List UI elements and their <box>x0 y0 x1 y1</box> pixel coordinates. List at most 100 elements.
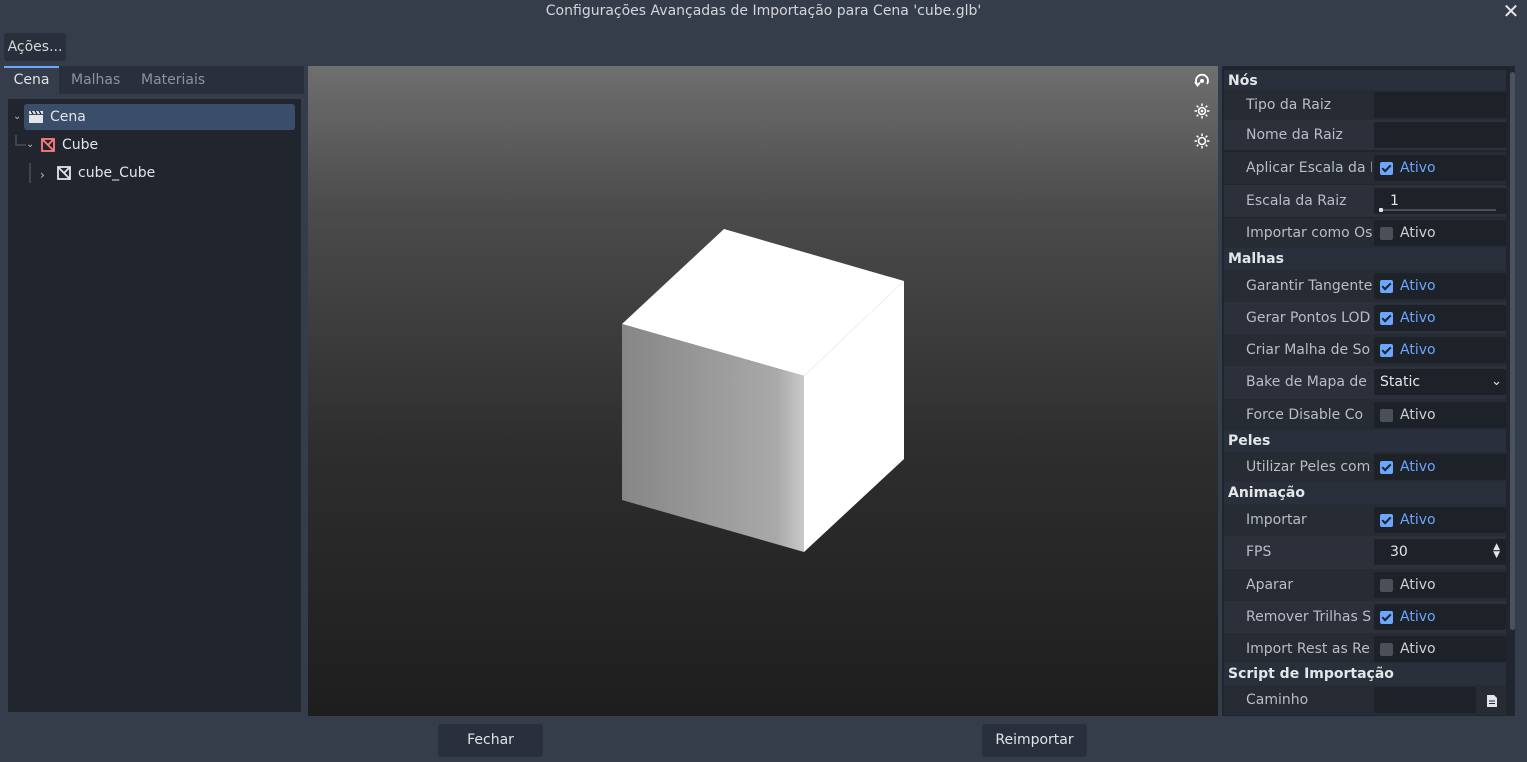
tree-item-label: Cube <box>62 137 99 153</box>
checkbox-icon <box>1380 611 1393 624</box>
prop-utilizar-peles: Utilizar Peles com Ativo <box>1224 452 1506 482</box>
use-named-skins-checkbox[interactable]: Ativo <box>1374 454 1506 480</box>
prop-label: Caminho <box>1246 692 1309 708</box>
tab-materiais[interactable]: Materiais <box>141 66 221 94</box>
prop-aparar: Aparar Ativo <box>1224 569 1506 601</box>
prop-remover-trilhas: Remover Trilhas S Ativo <box>1224 601 1506 633</box>
prop-aplicar-escala: Aplicar Escala da R Ativo <box>1224 152 1506 184</box>
checkbox-icon <box>1380 643 1393 656</box>
fps-value: 30 <box>1390 544 1408 560</box>
script-path-field[interactable] <box>1374 687 1476 713</box>
checkbox-label: Ativo <box>1400 225 1436 241</box>
slider-grabber[interactable] <box>1379 208 1383 212</box>
tree-item-cena[interactable]: Cena <box>24 104 295 130</box>
chevron-right-icon[interactable]: › <box>40 168 45 182</box>
file-browse-icon[interactable] <box>1486 694 1498 708</box>
checkbox-label: Ativo <box>1400 310 1436 326</box>
checkbox-label: Ativo <box>1400 641 1436 657</box>
close-button[interactable]: Fechar <box>438 724 543 757</box>
ensure-tangents-checkbox[interactable]: Ativo <box>1374 273 1506 299</box>
prop-label: FPS <box>1246 544 1272 560</box>
create-shadow-mesh-checkbox[interactable]: Ativo <box>1374 337 1506 363</box>
orbit-icon[interactable] <box>1194 73 1210 89</box>
close-icon[interactable]: ✕ <box>1501 0 1521 22</box>
spinner-arrows-icon[interactable]: ▲ ▼ <box>1493 543 1500 560</box>
force-disable-compression-checkbox[interactable]: Ativo <box>1374 402 1506 428</box>
import-as-skeleton-checkbox[interactable]: Ativo <box>1374 220 1506 246</box>
chevron-down-icon[interactable]: ⌄ <box>26 139 34 150</box>
prop-nome-raiz: Nome da Raiz <box>1224 120 1506 150</box>
prop-label: Garantir Tangente <box>1246 278 1372 294</box>
tree-guide-line <box>29 163 31 183</box>
tree-item-label: cube_Cube <box>78 165 156 181</box>
prop-label: Gerar Pontos LOD <box>1246 310 1371 326</box>
checkbox-label: Ativo <box>1400 160 1436 176</box>
generate-lods-checkbox[interactable]: Ativo <box>1374 305 1506 331</box>
window-title: Configurações Avançadas de Importação pa… <box>545 3 982 19</box>
import-animation-checkbox[interactable]: Ativo <box>1374 507 1506 533</box>
import-rest-as-reset-checkbox[interactable]: Ativo <box>1374 636 1506 662</box>
mesh-instance-icon <box>57 166 71 180</box>
root-scale-slider[interactable]: 1 <box>1374 188 1506 214</box>
sun-icon[interactable] <box>1194 103 1210 119</box>
prop-label: Criar Malha de So <box>1246 342 1371 358</box>
prop-label: Importar como Os <box>1246 225 1372 241</box>
prop-label: Utilizar Peles com <box>1246 459 1371 475</box>
root-name-field[interactable] <box>1374 122 1506 148</box>
checkbox-label: Ativo <box>1400 577 1436 593</box>
prop-bake-mapa: Bake de Mapa de Static ⌄ <box>1224 366 1506 399</box>
checkbox-label: Ativo <box>1400 278 1436 294</box>
prop-label: Remover Trilhas S <box>1246 609 1372 625</box>
section-nos[interactable]: Nós <box>1224 70 1506 92</box>
section-malhas[interactable]: Malhas <box>1224 248 1506 270</box>
fps-spinbox[interactable]: 30 ▲ ▼ <box>1374 539 1506 565</box>
checkbox-icon <box>1380 227 1393 240</box>
scene-clapper-icon <box>29 110 43 123</box>
tree-guide-line <box>15 135 26 146</box>
remove-immutable-tracks-checkbox[interactable]: Ativo <box>1374 604 1506 630</box>
inspector-scrollbar[interactable] <box>1510 72 1515 630</box>
checkbox-label: Ativo <box>1400 407 1436 423</box>
trimming-checkbox[interactable]: Ativo <box>1374 572 1506 598</box>
prop-label: Aplicar Escala da R <box>1246 160 1372 176</box>
environment-icon[interactable] <box>1194 133 1210 149</box>
prop-import-rest: Import Rest as Re Ativo <box>1224 633 1506 665</box>
prop-importar: Importar Ativo <box>1224 504 1506 536</box>
scene-tree: Cena ⌄ ⌄ Cube › cube_Cube <box>8 99 301 712</box>
prop-criar-malha: Criar Malha de So Ativo <box>1224 334 1506 366</box>
checkbox-icon <box>1380 162 1393 175</box>
cube-preview <box>622 229 904 552</box>
reimport-button[interactable]: Reimportar <box>982 724 1087 757</box>
section-animacao[interactable]: Animação <box>1224 482 1506 504</box>
prop-label: Tipo da Raiz <box>1246 97 1332 113</box>
prop-gerar-lod: Gerar Pontos LOD Ativo <box>1224 302 1506 334</box>
checkbox-label: Ativo <box>1400 342 1436 358</box>
prop-tipo-raiz: Tipo da Raiz <box>1224 90 1506 120</box>
checkbox-label: Ativo <box>1400 459 1436 475</box>
tab-bar: Cena Malhas Materiais <box>4 66 304 94</box>
checkbox-icon <box>1380 409 1393 422</box>
slider-track <box>1380 209 1496 211</box>
apply-scale-checkbox[interactable]: Ativo <box>1374 155 1506 181</box>
root-type-field[interactable] <box>1374 92 1506 118</box>
section-script[interactable]: Script de Importação <box>1224 663 1506 685</box>
section-peles[interactable]: Peles <box>1224 430 1506 452</box>
prop-label: Importar <box>1246 512 1307 528</box>
tab-malhas[interactable]: Malhas <box>71 66 131 94</box>
checkbox-icon <box>1380 344 1393 357</box>
lightmap-bake-dropdown[interactable]: Static ⌄ <box>1374 369 1506 395</box>
tree-item-cube[interactable]: Cube <box>38 132 238 158</box>
tree-item-cube-cube[interactable]: cube_Cube <box>50 160 250 186</box>
chevron-down-icon[interactable]: ⌄ <box>13 111 21 122</box>
prop-importar-os: Importar como Os Ativo <box>1224 218 1506 248</box>
actions-menu-button[interactable]: Ações... <box>4 33 66 61</box>
node3d-icon <box>41 138 55 152</box>
tab-cena[interactable]: Cena <box>4 66 59 94</box>
prop-label: Import Rest as Re <box>1246 641 1370 657</box>
prop-garantir: Garantir Tangente Ativo <box>1224 270 1506 302</box>
prop-fps: FPS 30 ▲ ▼ <box>1224 536 1506 569</box>
chevron-down-icon: ⌄ <box>1491 374 1502 389</box>
preview-viewport[interactable] <box>308 66 1218 716</box>
dropdown-value: Static <box>1380 374 1421 390</box>
import-settings-inspector: Nós Tipo da Raiz Nome da Raiz Aplicar Es… <box>1222 66 1515 716</box>
